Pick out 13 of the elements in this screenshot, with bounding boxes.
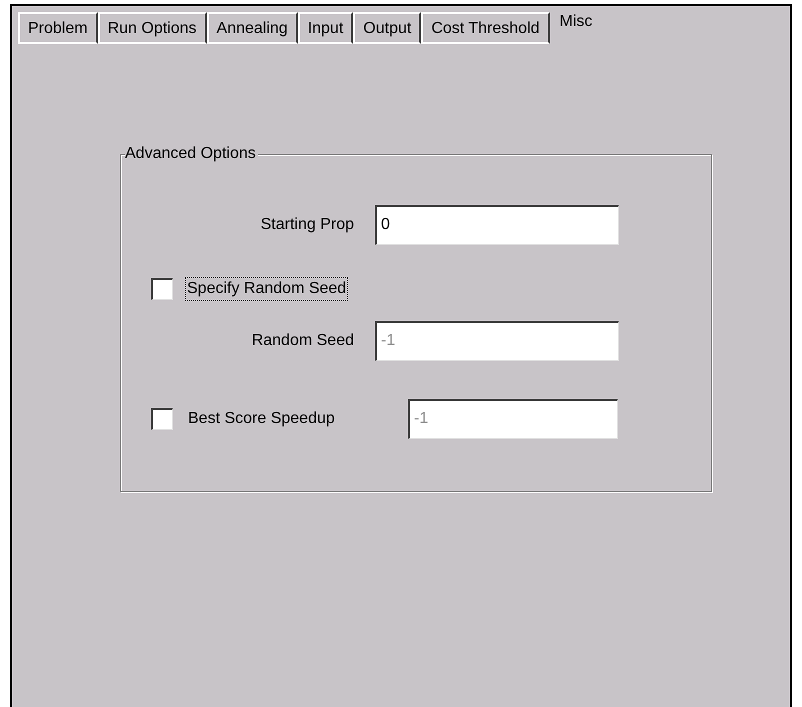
tab[interactable]: Misc	[550, 6, 602, 44]
tab[interactable]: Cost Threshold	[421, 12, 550, 44]
field-label: Starting Prop	[260, 215, 354, 235]
checkbox-label[interactable]: Specify Random Seed	[185, 277, 348, 301]
tab[interactable]: Annealing	[206, 12, 298, 44]
input-field[interactable]: 0	[375, 205, 619, 245]
tab[interactable]: Problem	[18, 12, 98, 44]
group-title: Advanced Options	[125, 144, 258, 164]
tab[interactable]: Input	[298, 12, 354, 44]
tab[interactable]: Output	[353, 12, 422, 44]
field-label: Random Seed	[250, 331, 354, 351]
tab[interactable]: Run Options	[98, 12, 207, 44]
checkbox[interactable]	[151, 278, 173, 300]
